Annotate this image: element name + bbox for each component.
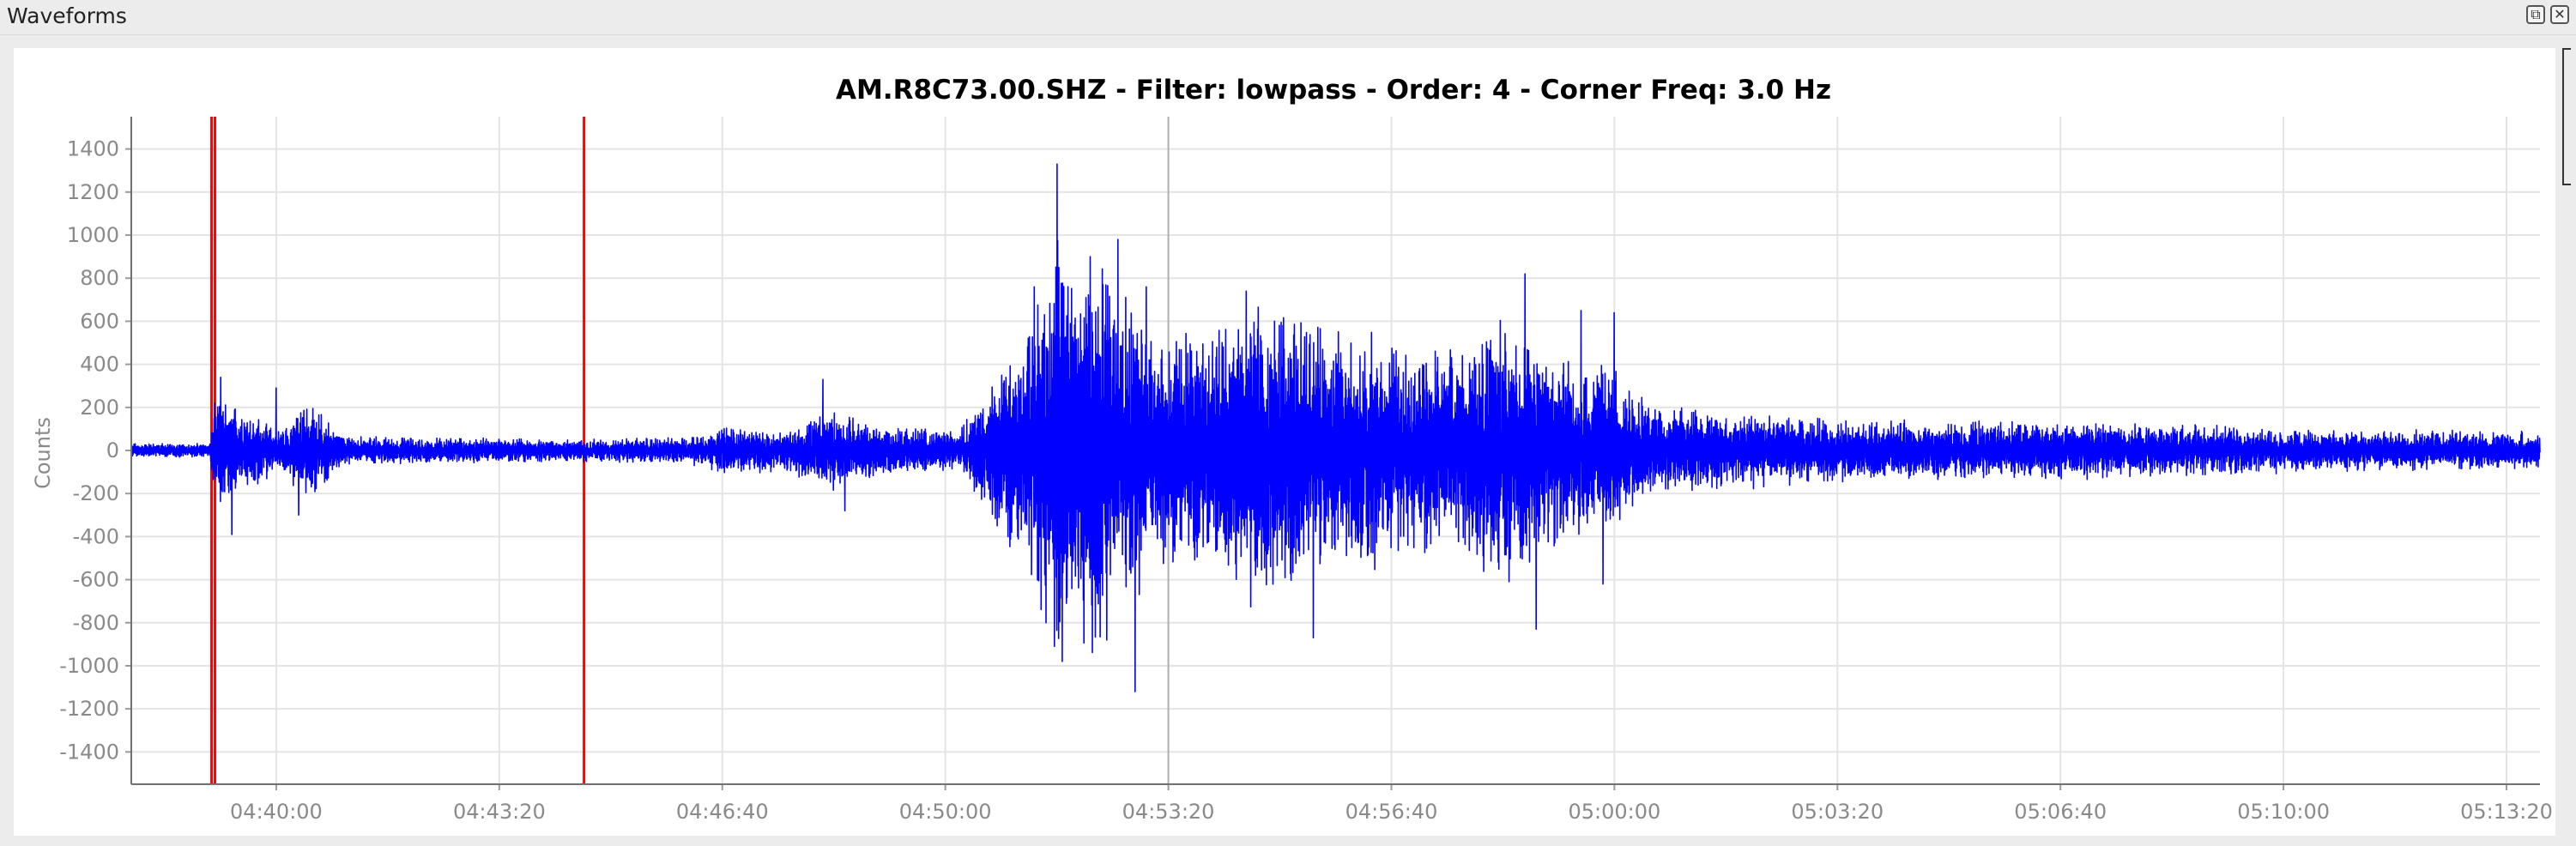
plot-panel: AM.R8C73.00.SHZ - Filter: lowpass - Orde… (14, 48, 2555, 836)
x-tick-label: 05:06:40 (2014, 800, 2107, 824)
dock-titlebar: Waveforms ⧉ ✕ (0, 0, 2576, 35)
x-tick-label: 05:03:20 (1791, 800, 1884, 824)
y-tick-label: 800 (80, 266, 119, 290)
y-tick-label: 1000 (67, 223, 119, 247)
x-tick-label: 04:56:40 (1345, 800, 1438, 824)
x-tick-label: 05:00:00 (1568, 800, 1660, 824)
y-tick-label: -800 (73, 611, 119, 635)
y-tick-label: 1200 (67, 180, 119, 204)
x-tick-label: 04:53:20 (1122, 800, 1215, 824)
y-axis-label: Counts (31, 417, 55, 489)
y-tick-label: -1200 (59, 697, 119, 721)
y-tick-label: -400 (73, 524, 119, 548)
y-tick-label: 0 (106, 438, 119, 462)
x-tick-label: 04:46:40 (676, 800, 769, 824)
x-tick-label: 05:13:20 (2460, 800, 2553, 824)
float-window-icon[interactable]: ⧉ (2526, 5, 2545, 24)
waveform-chart[interactable]: AM.R8C73.00.SHZ - Filter: lowpass - Orde… (14, 48, 2555, 836)
y-tick-label: -1400 (59, 740, 119, 764)
y-tick-label: 400 (80, 353, 119, 377)
y-tick-label: 600 (80, 309, 119, 333)
x-tick-label: 04:50:00 (899, 800, 992, 824)
y-tick-label: 1400 (67, 137, 119, 161)
y-tick-label: -600 (73, 568, 119, 592)
y-tick-label: -200 (73, 481, 119, 505)
chart-title: AM.R8C73.00.SHZ - Filter: lowpass - Orde… (836, 75, 1831, 106)
y-tick-label: 200 (80, 396, 119, 420)
y-axis-ticks: 1400 1200 1000 800 600 400 200 0 -200 -400 -600 -80… (59, 137, 131, 764)
waveform-trace (130, 163, 2541, 692)
close-window-icon[interactable]: ✕ (2550, 5, 2569, 24)
waveform-trace-layer (130, 163, 2541, 692)
y-tick-label: -1000 (59, 654, 119, 678)
dock-title: Waveforms (7, 3, 127, 28)
x-tick-label: 04:40:00 (230, 800, 323, 824)
x-tick-label: 05:10:00 (2237, 800, 2330, 824)
panel-edge-handle[interactable] (2562, 48, 2571, 185)
x-axis-ticks: 04:40:00 04:43:20 04:46:40 04:50:00 04:53:20… (230, 784, 2553, 824)
x-tick-label: 04:43:20 (453, 800, 546, 824)
